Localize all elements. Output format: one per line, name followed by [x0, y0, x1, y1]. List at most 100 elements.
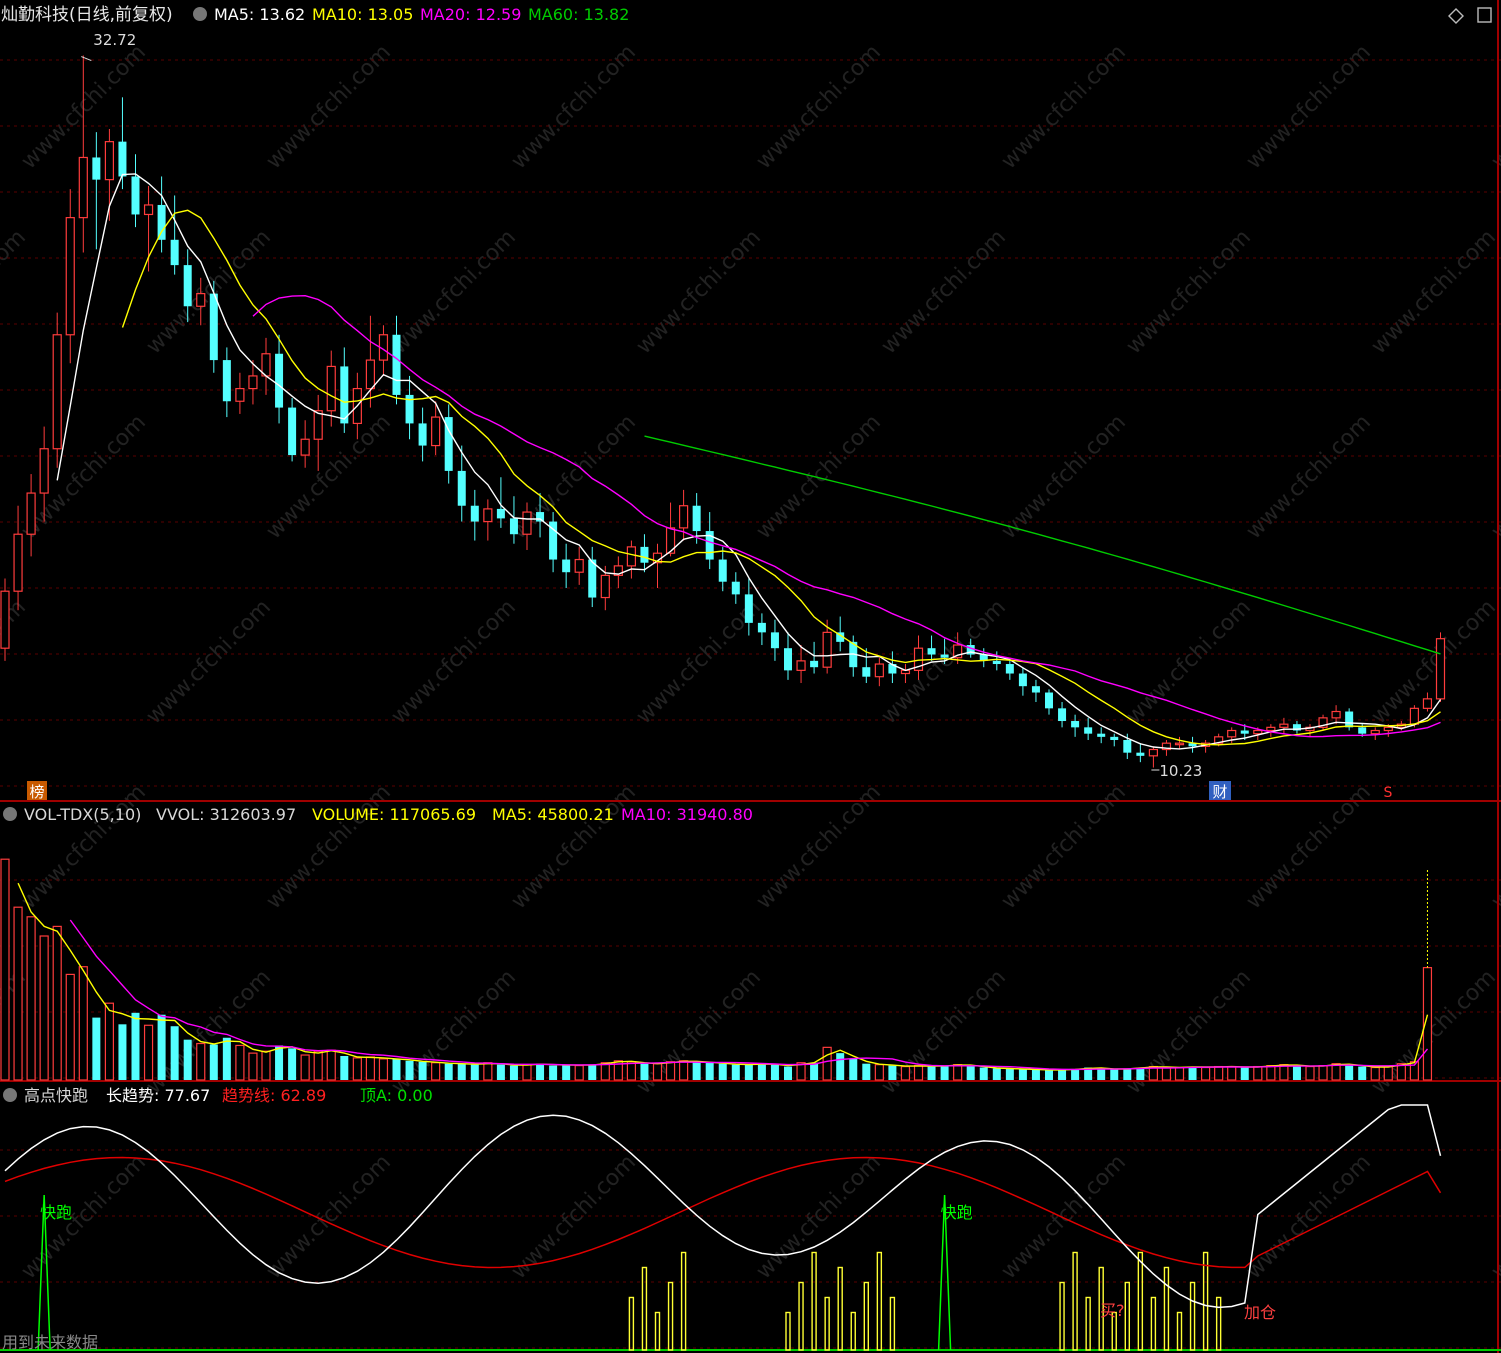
signal-bar	[1150, 1296, 1157, 1351]
signal-bar	[628, 1296, 635, 1351]
volume-bar	[300, 1054, 310, 1081]
volume-bar	[1358, 1066, 1367, 1080]
volume-bar	[822, 1046, 832, 1081]
volume-dropdown-icon[interactable]	[3, 807, 17, 821]
volume-bar	[1318, 1064, 1328, 1081]
header-dropdown-icon[interactable]	[193, 7, 207, 21]
volume-bar	[1331, 1063, 1341, 1081]
volume-bar	[626, 1061, 637, 1081]
volume-bar	[431, 1062, 441, 1081]
ma5-value: MA5: 13.62	[214, 5, 305, 24]
candle	[1071, 714, 1080, 737]
volume-ma5-value: MA5: 45800.21	[492, 805, 614, 824]
volume-bar	[992, 1068, 1001, 1080]
candle	[810, 641, 819, 674]
candle	[405, 375, 414, 440]
volume-bar	[1018, 1069, 1027, 1080]
window-icon[interactable]	[1477, 7, 1492, 23]
volume-bar	[874, 1064, 884, 1081]
signal-bar	[1137, 1251, 1144, 1351]
signal-bar	[1215, 1296, 1222, 1351]
candle	[1097, 727, 1106, 744]
candle	[888, 651, 897, 684]
candle	[784, 632, 792, 680]
volume-bar	[1214, 1065, 1224, 1081]
volume-bar	[509, 1065, 518, 1080]
volume-bar	[574, 1064, 584, 1081]
candle	[1045, 689, 1053, 715]
volume-bar	[810, 1062, 819, 1080]
volume-bar	[900, 1065, 911, 1081]
signal-bar	[1163, 1266, 1170, 1351]
stock-chart[interactable]: www.cfchi.com www.cfchi.com www.cfchi.com w…	[0, 0, 1501, 1353]
volume-bar	[718, 1063, 727, 1080]
kuaipao-label: 快跑	[941, 1203, 973, 1222]
signal-bar	[1059, 1281, 1065, 1351]
svg-text:www.cfchi.com: www.cfchi.com	[752, 1150, 886, 1284]
volume-bar	[522, 1064, 532, 1081]
svg-text:www.cfchi.com: www.cfchi.com	[387, 225, 521, 359]
volume-bar	[1188, 1066, 1197, 1080]
svg-text:www.cfchi.com: www.cfchi.com	[1242, 1150, 1376, 1284]
candle	[640, 534, 649, 573]
diamond-icon[interactable]	[1448, 8, 1464, 24]
volume-bar	[275, 1045, 284, 1080]
candle	[1318, 714, 1328, 731]
candle	[131, 154, 140, 228]
svg-text:www.cfchi.com: www.cfchi.com	[0, 225, 31, 359]
signal-bar	[876, 1251, 883, 1351]
volume-bar	[418, 1061, 427, 1080]
volume-bar	[1058, 1069, 1067, 1080]
volume-bar	[849, 1058, 858, 1080]
volume-bar	[183, 1039, 192, 1080]
svg-text:www.cfchi.com: www.cfchi.com	[632, 225, 766, 359]
volume-bar	[1174, 1066, 1185, 1081]
volume-bar	[235, 1044, 245, 1081]
candle	[549, 512, 558, 573]
candle	[483, 499, 493, 541]
candle	[1084, 717, 1093, 741]
volume-bar	[483, 1062, 493, 1081]
svg-text:www.cfchi.com: www.cfchi.com	[142, 595, 276, 729]
volume-bar	[913, 1064, 924, 1081]
candle	[1148, 746, 1159, 768]
candle	[1435, 632, 1446, 703]
volume-bar	[1345, 1064, 1354, 1080]
svg-text:www.cfchi.com: www.cfchi.com	[997, 1150, 1131, 1284]
volume-bar	[378, 1058, 389, 1081]
volume-bar	[588, 1064, 597, 1080]
high-price-label: 32.72	[93, 31, 136, 49]
candle	[1305, 724, 1315, 737]
svg-text:www.cfchi.com: www.cfchi.com	[1367, 225, 1501, 359]
volume-bar	[1305, 1065, 1315, 1081]
candle	[157, 176, 166, 253]
volume-bar	[222, 1037, 231, 1080]
volume-bar	[52, 925, 62, 1081]
signal-dropdown-icon[interactable]	[3, 1088, 17, 1102]
svg-text:www.cfchi.com: www.cfchi.com	[262, 410, 396, 544]
svg-text:www.cfchi.com: www.cfchi.com	[1122, 225, 1256, 359]
trend-line	[4, 1156, 1442, 1269]
volume-bar	[288, 1048, 297, 1080]
trend-line-value: 趋势线: 62.89	[222, 1086, 326, 1105]
volume-bar	[196, 1042, 206, 1081]
volume-bar	[392, 1058, 401, 1080]
kuaipao-label: 快跑	[40, 1203, 72, 1222]
volume-bar	[744, 1064, 753, 1080]
volume-bar	[640, 1063, 649, 1080]
badge-s-label: S	[1384, 785, 1393, 801]
candle	[496, 477, 505, 528]
candle	[444, 404, 453, 484]
candle	[52, 312, 62, 468]
candle	[1031, 679, 1040, 703]
volume-indicator-name: VOL-TDX(5,10)	[24, 805, 141, 824]
badge-cai-label: 财	[1212, 783, 1227, 801]
candle	[1110, 733, 1119, 747]
signal-bar	[863, 1281, 869, 1351]
volume-bar	[13, 906, 23, 1081]
volume-bar	[143, 1024, 154, 1081]
volume-bar	[966, 1065, 975, 1080]
candle	[0, 578, 10, 661]
volume-ma10-value: MA10: 31940.80	[621, 805, 753, 824]
signal-bar	[680, 1251, 687, 1351]
